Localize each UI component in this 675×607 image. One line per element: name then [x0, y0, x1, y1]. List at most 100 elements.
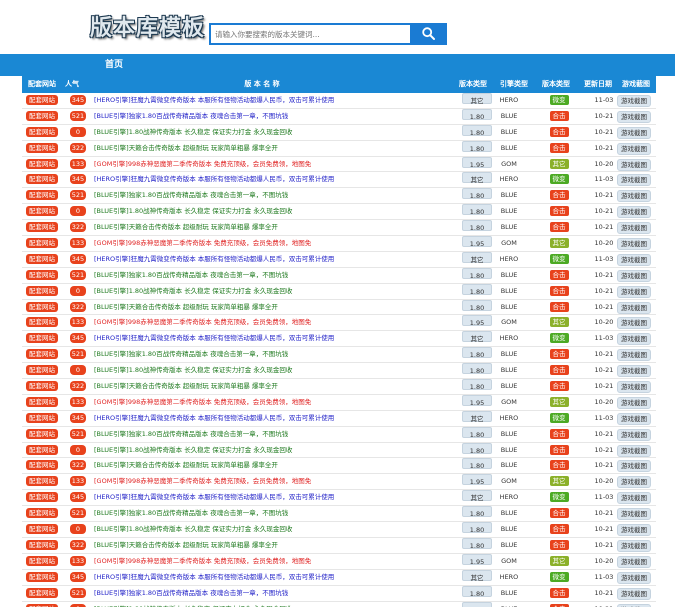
- screenshot-button[interactable]: 游戏截图: [617, 587, 651, 600]
- screenshot-button[interactable]: 游戏截图: [617, 333, 651, 346]
- version-title-link[interactable]: [BLUE引擎]独家1.80百战传奇精品版本 夜魂合击第一章，不图坑钱: [94, 347, 462, 362]
- site-link[interactable]: 配套网站: [26, 126, 58, 137]
- site-link[interactable]: 配套网站: [26, 508, 58, 519]
- screenshot-button[interactable]: 游戏截图: [617, 190, 651, 203]
- version-title-link[interactable]: [HERO引擎]狂魔九霄微变传奇版本 本服所有怪物活动都爆人民币，双击可累计使用: [94, 570, 462, 585]
- site-link[interactable]: 配套网站: [26, 524, 58, 535]
- version-title-link[interactable]: [HERO引擎]狂魔九霄微变传奇版本 本服所有怪物活动都爆人民币，双击可累计使用: [94, 411, 462, 426]
- screenshot-button[interactable]: 游戏截图: [617, 603, 651, 607]
- site-link[interactable]: 配套网站: [26, 142, 58, 153]
- version-title-link[interactable]: [BLUE引擎]天籁合击传奇版本 超级耐玩 玩家简单粗暴 爆率全开: [94, 379, 462, 394]
- site-link[interactable]: 配套网站: [26, 238, 58, 249]
- screenshot-button[interactable]: 游戏截图: [617, 508, 651, 521]
- screenshot-button[interactable]: 游戏截图: [617, 555, 651, 568]
- version-title-link[interactable]: [BLUE引擎]独家1.80百战传奇精品版本 夜魂合击第一章，不图坑钱: [94, 506, 462, 521]
- site-link[interactable]: 配套网站: [26, 110, 58, 121]
- screenshot-button[interactable]: 游戏截图: [617, 238, 651, 251]
- version-title-link[interactable]: [GOM引擎]998赤神恶魔第二季传奇版本 免费充顶级，会员免费领，地图免: [94, 315, 462, 330]
- site-link[interactable]: 配套网站: [26, 365, 58, 376]
- screenshot-button[interactable]: 游戏截图: [617, 126, 651, 139]
- screenshot-button[interactable]: 游戏截图: [617, 222, 651, 235]
- site-link[interactable]: 配套网站: [26, 571, 58, 582]
- version-title-link[interactable]: [BLUE引擎]1.80战神传奇版本 长久稳定 保证实力打金 永久现金回收: [94, 522, 462, 537]
- screenshot-button[interactable]: 游戏截图: [617, 539, 651, 552]
- site-link[interactable]: 配套网站: [26, 190, 58, 201]
- site-link[interactable]: 配套网站: [26, 460, 58, 471]
- screenshot-button[interactable]: 游戏截图: [617, 349, 651, 362]
- search-input[interactable]: [209, 23, 411, 45]
- screenshot-button[interactable]: 游戏截图: [617, 460, 651, 473]
- site-link[interactable]: 配套网站: [26, 158, 58, 169]
- version-title-link[interactable]: [BLUE引擎]独家1.80百战传奇精品版本 夜魂合击第一章，不图坑钱: [94, 586, 462, 601]
- site-link[interactable]: 配套网站: [26, 333, 58, 344]
- version-title-link[interactable]: [BLUE引擎]天籁合击传奇版本 超级耐玩 玩家简单粗暴 爆率全开: [94, 458, 462, 473]
- screenshot-button[interactable]: 游戏截图: [617, 428, 651, 441]
- nav-home[interactable]: 首页: [94, 54, 134, 76]
- screenshot-button[interactable]: 游戏截图: [617, 444, 651, 457]
- screenshot-button[interactable]: 游戏截图: [617, 396, 651, 409]
- site-link[interactable]: 配套网站: [26, 539, 58, 550]
- site-link[interactable]: 配套网站: [26, 301, 58, 312]
- version-title-link[interactable]: [HERO引擎]狂魔九霄微变传奇版本 本服所有怪物活动都爆人民币，双击可累计使用: [94, 490, 462, 505]
- version-title-link[interactable]: [GOM引擎]998赤神恶魔第二季传奇版本 免费充顶级，会员免费领，地图免: [94, 474, 462, 489]
- site-link[interactable]: 配套网站: [26, 253, 58, 264]
- version-title-link[interactable]: [BLUE引擎]天籁合击传奇版本 超级耐玩 玩家简单粗暴 爆率全开: [94, 220, 462, 235]
- screenshot-button[interactable]: 游戏截图: [617, 381, 651, 394]
- screenshot-button[interactable]: 游戏截图: [617, 269, 651, 282]
- site-link[interactable]: 配套网站: [26, 555, 58, 566]
- screenshot-button[interactable]: 游戏截图: [617, 142, 651, 155]
- site-link[interactable]: 配套网站: [26, 587, 58, 598]
- screenshot-button[interactable]: 游戏截图: [617, 492, 651, 505]
- version-title-link[interactable]: [BLUE引擎]独家1.80百战传奇精品版本 夜魂合击第一章，不图坑钱: [94, 188, 462, 203]
- version-title-link[interactable]: [BLUE引擎]1.80战神传奇版本 长久稳定 保证实力打金 永久现金回收: [94, 284, 462, 299]
- version-title-link[interactable]: [BLUE引擎]独家1.80百战传奇精品版本 夜魂合击第一章，不图坑钱: [94, 268, 462, 283]
- site-logo[interactable]: 版本库模板: [90, 14, 204, 44]
- site-link[interactable]: 配套网站: [26, 317, 58, 328]
- screenshot-button[interactable]: 游戏截图: [617, 476, 651, 489]
- screenshot-button[interactable]: 游戏截图: [617, 301, 651, 314]
- version-title-link[interactable]: [GOM引擎]998赤神恶魔第二季传奇版本 免费充顶级，会员免费领，地图免: [94, 554, 462, 569]
- version-title-link[interactable]: [BLUE引擎]1.80战神传奇版本 长久稳定 保证实力打金 永久现金回收: [94, 602, 462, 607]
- version-title-link[interactable]: [HERO引擎]狂魔九霄微变传奇版本 本服所有怪物活动都爆人民币，双击可累计使用: [94, 331, 462, 346]
- screenshot-button[interactable]: 游戏截图: [617, 206, 651, 219]
- screenshot-button[interactable]: 游戏截图: [617, 365, 651, 378]
- screenshot-button[interactable]: 游戏截图: [617, 571, 651, 584]
- site-link[interactable]: 配套网站: [26, 603, 58, 607]
- screenshot-button[interactable]: 游戏截图: [617, 253, 651, 266]
- version-title-link[interactable]: [BLUE引擎]1.80战神传奇版本 长久稳定 保证实力打金 永久现金回收: [94, 204, 462, 219]
- version-title-link[interactable]: [BLUE引擎]独家1.80百战传奇精品版本 夜魂合击第一章，不图坑钱: [94, 427, 462, 442]
- site-link[interactable]: 配套网站: [26, 206, 58, 217]
- site-link[interactable]: 配套网站: [26, 95, 58, 105]
- version-title-link[interactable]: [HERO引擎]狂魔九霄微变传奇版本 本服所有怪物活动都爆人民币，双击可累计使用: [94, 93, 462, 108]
- site-link[interactable]: 配套网站: [26, 476, 58, 487]
- site-link[interactable]: 配套网站: [26, 349, 58, 360]
- site-link[interactable]: 配套网站: [26, 444, 58, 455]
- version-title-link[interactable]: [BLUE引擎]天籁合击传奇版本 超级耐玩 玩家简单粗暴 爆率全开: [94, 141, 462, 156]
- screenshot-button[interactable]: 游戏截图: [617, 110, 651, 123]
- screenshot-button[interactable]: 游戏截图: [617, 174, 651, 187]
- version-title-link[interactable]: [BLUE引擎]天籁合击传奇版本 超级耐玩 玩家简单粗暴 爆率全开: [94, 300, 462, 315]
- site-link[interactable]: 配套网站: [26, 174, 58, 185]
- version-title-link[interactable]: [GOM引擎]998赤神恶魔第二季传奇版本 免费充顶级，会员免费领，地图免: [94, 236, 462, 251]
- version-title-link[interactable]: [HERO引擎]狂魔九霄微变传奇版本 本服所有怪物活动都爆人民币，双击可累计使用: [94, 252, 462, 267]
- site-link[interactable]: 配套网站: [26, 285, 58, 296]
- screenshot-button[interactable]: 游戏截图: [617, 412, 651, 425]
- version-title-link[interactable]: [GOM引擎]998赤神恶魔第二季传奇版本 免费充顶级，会员免费领，地图免: [94, 395, 462, 410]
- search-button[interactable]: [410, 23, 447, 45]
- version-title-link[interactable]: [HERO引擎]狂魔九霄微变传奇版本 本服所有怪物活动都爆人民币，双击可累计使用: [94, 172, 462, 187]
- screenshot-button[interactable]: 游戏截图: [617, 524, 651, 537]
- version-title-link[interactable]: [BLUE引擎]1.80战神传奇版本 长久稳定 保证实力打金 永久现金回收: [94, 125, 462, 140]
- version-title-link[interactable]: [GOM引擎]998赤神恶魔第二季传奇版本 免费充顶级，会员免费领，地图免: [94, 157, 462, 172]
- version-title-link[interactable]: [BLUE引擎]独家1.80百战传奇精品版本 夜魂合击第一章，不图坑钱: [94, 109, 462, 124]
- screenshot-button[interactable]: 游戏截图: [617, 285, 651, 298]
- site-link[interactable]: 配套网站: [26, 492, 58, 503]
- site-link[interactable]: 配套网站: [26, 412, 58, 423]
- version-title-link[interactable]: [BLUE引擎]天籁合击传奇版本 超级耐玩 玩家简单粗暴 爆率全开: [94, 538, 462, 553]
- site-link[interactable]: 配套网站: [26, 381, 58, 392]
- site-link[interactable]: 配套网站: [26, 428, 58, 439]
- screenshot-button[interactable]: 游戏截图: [617, 95, 651, 107]
- version-title-link[interactable]: [BLUE引擎]1.80战神传奇版本 长久稳定 保证实力打金 永久现金回收: [94, 363, 462, 378]
- screenshot-button[interactable]: 游戏截图: [617, 317, 651, 330]
- screenshot-button[interactable]: 游戏截图: [617, 158, 651, 171]
- site-link[interactable]: 配套网站: [26, 396, 58, 407]
